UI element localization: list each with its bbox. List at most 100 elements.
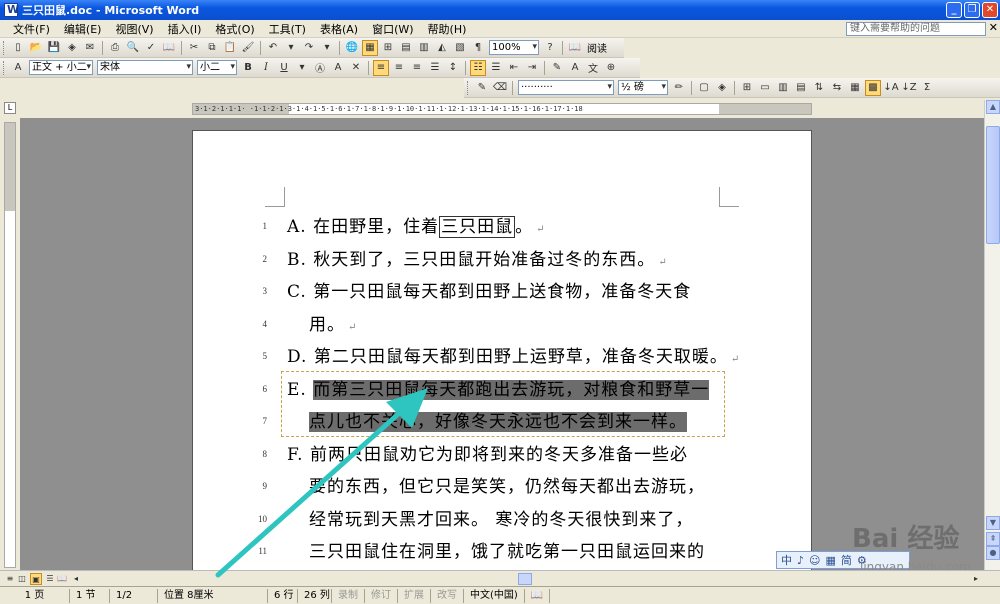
columns-icon[interactable]: ▥ [416, 40, 432, 56]
format-painter-icon[interactable]: 🖌 [240, 40, 256, 56]
merge-cells-icon[interactable]: ▭ [757, 80, 773, 96]
eraser-icon[interactable]: ⌫ [492, 80, 508, 96]
align-center-icon[interactable]: ≡ [391, 60, 407, 76]
scroll-thumb[interactable] [986, 126, 1000, 244]
font-color-icon[interactable]: A [567, 60, 583, 76]
style-select[interactable]: 正文 + 小二 [29, 60, 93, 75]
scroll-up-icon[interactable]: ▲ [986, 100, 1000, 114]
enclose-char-icon[interactable]: ⊕ [603, 60, 619, 76]
insert-excel-icon[interactable]: ▤ [398, 40, 414, 56]
shading-color-icon[interactable]: ◈ [714, 80, 730, 96]
insert-table-icon[interactable]: ⊞ [739, 80, 755, 96]
autosum-icon[interactable]: Σ [919, 80, 935, 96]
menu-window[interactable]: 窗口(W) [365, 21, 420, 37]
document-page[interactable]: 1 A. 在田野里，住着 三只田鼠。 ↵ 2 B. 秋天到了，三只田鼠开始准备过冬的… [192, 130, 812, 570]
hyperlink-icon[interactable]: 🌐 [344, 40, 360, 56]
menu-view[interactable]: 视图(V) [108, 21, 160, 37]
prev-page-icon[interactable]: ⇞ [986, 532, 1000, 546]
redo-icon[interactable]: ↷ [301, 40, 317, 56]
show-hide-icon[interactable]: ¶ [470, 40, 486, 56]
char-border-icon[interactable]: Ⓐ [312, 60, 328, 76]
styles-icon[interactable]: A [10, 60, 26, 76]
vertical-ruler[interactable] [4, 122, 16, 568]
print-preview-icon[interactable]: 🔍 [125, 40, 141, 56]
help-search-input[interactable]: 键入需要帮助的问题 [846, 22, 986, 36]
reading-view-icon[interactable]: 📖 [56, 573, 68, 585]
document-body[interactable]: 1 A. 在田野里，住着 三只田鼠。 ↵ 2 B. 秋天到了，三只田鼠开始准备过冬的… [193, 209, 813, 567]
horizontal-scrollbar[interactable]: ≡ ◫ ▣ ☰ 📖 ◂ ▸ [0, 570, 1000, 586]
status-ext[interactable]: 扩展 [398, 588, 431, 603]
split-cells-icon[interactable]: ▥ [775, 80, 791, 96]
menu-table[interactable]: 表格(A) [313, 21, 365, 37]
font-size-select[interactable]: 小二 [197, 60, 237, 75]
phonetic-icon[interactable]: 文 [585, 60, 601, 76]
align-right-icon[interactable]: ≡ [409, 60, 425, 76]
copy-icon[interactable]: ⧉ [204, 40, 220, 56]
zoom-select[interactable]: 100% [489, 40, 539, 55]
browse-object-icon[interactable]: ● [986, 546, 1000, 560]
new-document-icon[interactable]: ▯ [10, 40, 26, 56]
sort-asc-icon[interactable]: ↓A [883, 80, 899, 96]
outline-view-icon[interactable]: ☰ [44, 573, 56, 585]
border-color-icon[interactable]: ✏ [671, 80, 687, 96]
horizontal-ruler[interactable]: 3·1·2·1·1·1· ·1·1·2·1·3·1·4·1·5·1·6·1·7·… [192, 103, 812, 115]
print-icon[interactable]: ⎙ [107, 40, 123, 56]
horizontal-scroll-thumb[interactable] [518, 573, 532, 585]
undo-dropdown-icon[interactable]: ▾ [283, 40, 299, 56]
scroll-left-icon[interactable]: ◂ [70, 573, 82, 585]
line-style-select[interactable]: ·········· [518, 80, 614, 95]
char-scale-icon[interactable]: ✕ [348, 60, 364, 76]
bold-icon[interactable]: B [240, 60, 256, 76]
redo-dropdown-icon[interactable]: ▾ [319, 40, 335, 56]
draw-table-icon[interactable]: ✎ [474, 80, 490, 96]
sort-desc-icon[interactable]: ↓Z [901, 80, 917, 96]
toolbar-grip[interactable] [467, 80, 470, 95]
toolbar-grip[interactable] [3, 60, 6, 75]
permission-icon[interactable]: ◈ [64, 40, 80, 56]
drawing-icon[interactable]: ◭ [434, 40, 450, 56]
font-select[interactable]: 宋体 [97, 60, 193, 75]
email-icon[interactable]: ✉ [82, 40, 98, 56]
spelling-icon[interactable]: ✓ [143, 40, 159, 56]
tab-selector-icon[interactable]: L [4, 102, 16, 114]
help-icon[interactable]: ? [542, 40, 558, 56]
menu-insert[interactable]: 插入(I) [161, 21, 209, 37]
word-app-icon[interactable] [4, 3, 19, 17]
align-justify-icon[interactable]: ≡ [373, 59, 389, 76]
status-ovr[interactable]: 改写 [431, 588, 464, 603]
underline-icon[interactable]: U [276, 60, 292, 76]
scroll-down-icon[interactable]: ▼ [986, 516, 1000, 530]
paste-icon[interactable]: 📋 [222, 40, 238, 56]
tables-borders-icon[interactable]: ▦ [362, 39, 378, 56]
autoformat-icon[interactable]: ▦ [847, 80, 863, 96]
menu-tools[interactable]: 工具(T) [262, 21, 313, 37]
line-spacing-icon[interactable]: ↕ [445, 60, 461, 76]
research-icon[interactable]: 📖 [161, 40, 177, 56]
menu-format[interactable]: 格式(O) [208, 21, 261, 37]
normal-view-icon[interactable]: ≡ [4, 573, 16, 585]
highlight-icon[interactable]: ✎ [549, 60, 565, 76]
close-document-icon[interactable]: ✕ [989, 21, 998, 34]
numbering-icon[interactable]: ☷ [470, 59, 486, 76]
distribute-cols-icon[interactable]: ⇆ [829, 80, 845, 96]
print-view-icon[interactable]: ▣ [30, 573, 42, 585]
document-map-icon[interactable]: ▧ [452, 40, 468, 56]
menu-help[interactable]: 帮助(H) [421, 21, 474, 37]
read-button[interactable]: 阅读 [584, 40, 610, 55]
status-rec[interactable]: 录制 [332, 588, 365, 603]
scroll-right-icon[interactable]: ▸ [970, 573, 982, 585]
spelling-status-icon[interactable]: 📖 [525, 588, 551, 603]
char-shading-icon[interactable]: A [330, 60, 346, 76]
status-trk[interactable]: 修订 [365, 588, 398, 603]
border-icon[interactable]: ▢ [696, 80, 712, 96]
insert-table-icon[interactable]: ⊞ [380, 40, 396, 56]
web-view-icon[interactable]: ◫ [16, 573, 28, 585]
close-button[interactable]: ✕ [982, 2, 998, 18]
decrease-indent-icon[interactable]: ⇤ [506, 60, 522, 76]
open-folder-icon[interactable]: 📂 [28, 40, 44, 56]
menu-file[interactable]: 文件(F) [6, 21, 57, 37]
maximize-button[interactable]: ❐ [964, 2, 980, 18]
bullets-icon[interactable]: ☰ [488, 60, 504, 76]
italic-icon[interactable]: I [258, 60, 274, 76]
align-cell-icon[interactable]: ▤ [793, 80, 809, 96]
